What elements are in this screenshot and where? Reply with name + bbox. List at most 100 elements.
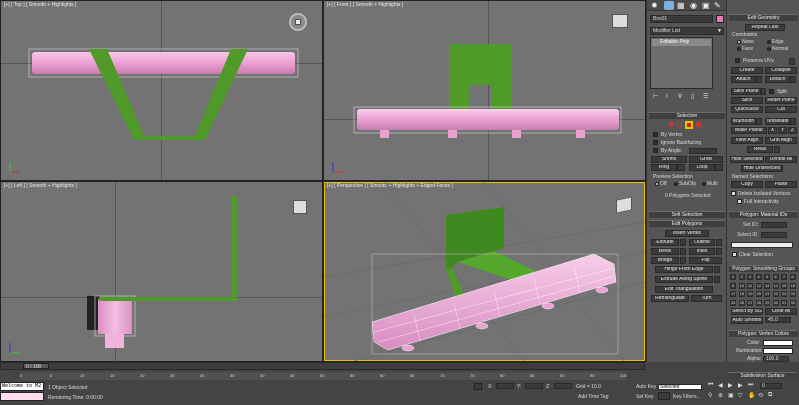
smoothing-group-button[interactable]: 32 bbox=[789, 299, 796, 306]
viewport-top[interactable]: [+] [ Top ] [ Smooth + Highlights ] bbox=[1, 1, 322, 180]
extrude-settings-button[interactable] bbox=[680, 239, 686, 246]
preview-multi-radio[interactable]: Multi bbox=[702, 181, 718, 187]
hide-selected-button[interactable]: Hide Selected bbox=[730, 156, 764, 163]
top-geometry[interactable] bbox=[1, 1, 322, 180]
edit-geometry-rollout-header[interactable]: Edit Geometry bbox=[729, 14, 798, 21]
maxscript-mini-2[interactable] bbox=[0, 392, 44, 401]
smoothing-group-button[interactable]: 4 bbox=[755, 274, 762, 280]
tessellate-button[interactable]: Tessellate bbox=[765, 118, 790, 125]
create-tab-icon[interactable]: ✹ bbox=[651, 1, 658, 10]
add-time-tag-button[interactable]: Add Time Tag bbox=[578, 394, 608, 400]
relax-button[interactable]: Relax bbox=[747, 146, 773, 153]
angle-spinner[interactable] bbox=[689, 148, 717, 154]
utilities-tab-icon[interactable]: ✎ bbox=[714, 1, 721, 10]
paste-button[interactable]: Paste bbox=[765, 181, 797, 188]
auto-smooth-threshold[interactable]: 45.0 bbox=[765, 317, 791, 323]
ring-spinner[interactable] bbox=[677, 164, 685, 171]
viewcube-left[interactable] bbox=[293, 200, 307, 214]
subdivision-surface-rollout-header[interactable]: Subdivision Surface bbox=[728, 372, 797, 379]
outline-button[interactable]: Outline bbox=[689, 239, 715, 246]
y-coord-field[interactable] bbox=[525, 383, 543, 389]
zoom-all-icon[interactable]: ⊕ bbox=[718, 392, 723, 399]
set-id-spinner[interactable] bbox=[761, 222, 787, 228]
grid-align-button[interactable]: Grid Align bbox=[765, 137, 797, 144]
set-key-icon[interactable] bbox=[658, 392, 670, 400]
smoothing-group-button[interactable]: 12 bbox=[755, 282, 762, 289]
smoothing-group-button[interactable]: 24 bbox=[789, 291, 796, 297]
by-vertex-checkbox[interactable] bbox=[653, 132, 658, 137]
smoothing-group-button[interactable]: 22 bbox=[772, 291, 779, 297]
viewcube-front[interactable] bbox=[612, 14, 628, 28]
smoothing-group-button[interactable]: 17 bbox=[730, 291, 736, 297]
insert-vertex-button[interactable]: Insert Vertex bbox=[665, 230, 709, 237]
modifier-list-dropdown[interactable]: Modifier List ▼ bbox=[650, 27, 724, 35]
inset-button[interactable]: Inset bbox=[689, 248, 715, 255]
viewport-front[interactable]: [+] [ Front ] [ Smooth + Highlights ] bbox=[324, 1, 645, 180]
display-tab-icon[interactable]: ▣ bbox=[702, 1, 710, 10]
smoothing-group-button[interactable]: 25 bbox=[730, 299, 736, 306]
perspective-geometry[interactable] bbox=[324, 182, 645, 361]
loop-button[interactable]: Loop bbox=[689, 164, 715, 171]
bevel-settings-button[interactable] bbox=[680, 248, 686, 255]
msmooth-button[interactable]: MSmooth bbox=[731, 118, 756, 125]
grow-button[interactable]: Grow bbox=[689, 156, 723, 163]
unhide-all-button[interactable]: Unhide All bbox=[765, 156, 797, 163]
planar-x-button[interactable]: X bbox=[768, 127, 777, 134]
smoothing-group-button[interactable]: 10 bbox=[738, 282, 745, 289]
ignore-backfacing-checkbox[interactable] bbox=[653, 140, 658, 145]
time-slider-thumb[interactable]: 0 / 100 bbox=[23, 363, 49, 370]
smoothing-group-button[interactable]: 26 bbox=[738, 299, 745, 306]
auto-smooth-button[interactable]: Auto Smooth bbox=[731, 317, 763, 324]
constraint-normal-radio[interactable]: Normal bbox=[767, 46, 788, 52]
extrude-button[interactable]: Extrude bbox=[651, 239, 679, 246]
key-filters-button[interactable]: Key Filters... bbox=[673, 394, 701, 400]
reset-plane-button[interactable]: Reset Plane bbox=[765, 97, 797, 104]
ring-button[interactable]: Ring bbox=[651, 164, 677, 171]
go-to-start-icon[interactable]: ⏮ bbox=[708, 382, 713, 389]
object-color-swatch[interactable] bbox=[716, 15, 724, 23]
smoothing-group-button[interactable]: 20 bbox=[755, 291, 762, 297]
clear-all-button[interactable]: Clear All bbox=[765, 308, 797, 315]
smoothing-group-button[interactable]: 7 bbox=[781, 274, 787, 280]
material-name-dropdown[interactable] bbox=[731, 242, 793, 248]
motion-tab-icon[interactable]: ◉ bbox=[690, 1, 697, 10]
collapse-button[interactable]: Collapse bbox=[765, 67, 797, 74]
left-geometry[interactable] bbox=[1, 182, 322, 361]
quickslice-button[interactable]: QuickSlice bbox=[731, 106, 763, 113]
smoothing-group-button[interactable]: 1 bbox=[730, 274, 736, 280]
smoothing-group-button[interactable]: 19 bbox=[747, 291, 753, 297]
cut-button[interactable]: Cut bbox=[765, 106, 797, 113]
msmooth-settings-button[interactable] bbox=[756, 118, 762, 125]
bridge-button[interactable]: Bridge bbox=[651, 257, 679, 264]
copy-button[interactable]: Copy bbox=[731, 181, 763, 188]
extrude-along-spline-button[interactable]: Extrude Along Spline bbox=[655, 276, 713, 283]
viewport-left[interactable]: [+] [ Left ] [ Smooth + Highlights ] bbox=[1, 182, 322, 361]
inset-settings-button[interactable] bbox=[716, 248, 722, 255]
attach-settings-button[interactable] bbox=[756, 76, 762, 83]
bevel-button[interactable]: Bevel bbox=[651, 248, 679, 255]
preview-off-radio[interactable]: Off bbox=[655, 181, 667, 187]
selection-rollout-header[interactable]: Selection bbox=[649, 112, 725, 119]
selection-set-dropdown[interactable]: Selected bbox=[658, 384, 702, 390]
tessellate-settings-button[interactable] bbox=[790, 118, 796, 125]
flip-button[interactable]: Flip bbox=[689, 257, 722, 264]
edit-polygons-rollout-header[interactable]: Edit Polygons bbox=[649, 220, 725, 227]
turn-button[interactable]: Turn bbox=[691, 295, 722, 302]
maximize-viewport-icon[interactable]: ⧉ bbox=[768, 392, 772, 399]
material-ids-rollout-header[interactable]: Polygon: Material IDs bbox=[729, 211, 798, 218]
full-interactivity-checkbox[interactable] bbox=[737, 199, 742, 204]
bridge-settings-button[interactable] bbox=[680, 257, 686, 264]
constraint-none-radio[interactable]: None bbox=[737, 39, 754, 45]
detach-button[interactable]: Detach bbox=[765, 76, 790, 83]
select-by-sg-button[interactable]: Select By SG bbox=[731, 308, 763, 315]
view-align-button[interactable]: View Align bbox=[731, 137, 763, 144]
remove-modifier-icon[interactable]: ▯ bbox=[691, 93, 694, 100]
hierarchy-tab-icon[interactable]: ▦ bbox=[677, 1, 685, 10]
constraint-face-radio[interactable]: Face bbox=[737, 46, 753, 52]
hinge-settings-button[interactable] bbox=[714, 266, 720, 273]
smoothing-group-button[interactable]: 6 bbox=[772, 274, 779, 280]
split-checkbox[interactable] bbox=[769, 89, 774, 94]
viewport-perspective[interactable]: [+] [ Perspective ] [ Smooth + Highlight… bbox=[324, 182, 645, 361]
preserve-uvs-checkbox[interactable] bbox=[735, 58, 740, 63]
polygon-level-icon[interactable] bbox=[685, 121, 693, 129]
